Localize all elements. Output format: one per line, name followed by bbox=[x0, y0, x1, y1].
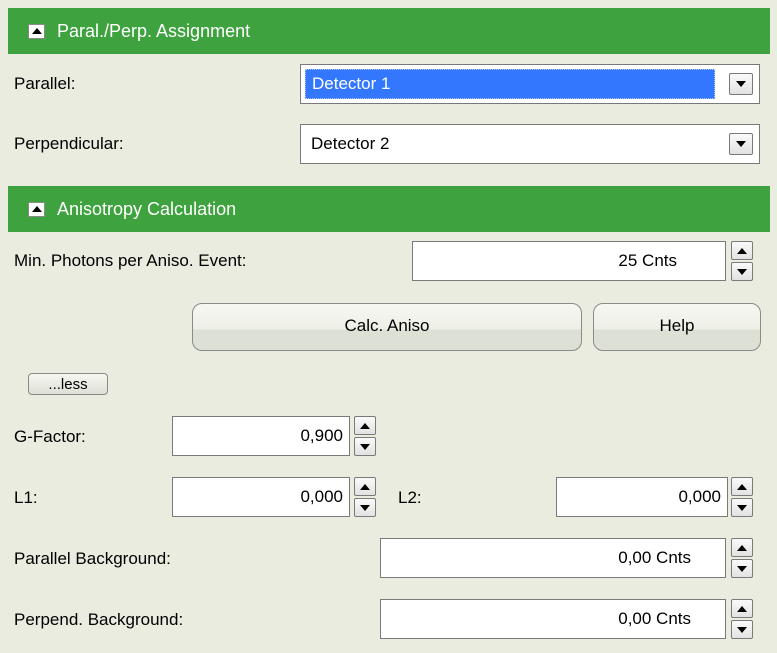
spin-up-icon[interactable] bbox=[354, 477, 376, 496]
perpendicular-detector-value: Detector 2 bbox=[311, 134, 390, 153]
perpend-background-label: Perpend. Background: bbox=[14, 610, 184, 629]
calc-aniso-button[interactable]: Calc. Aniso bbox=[192, 303, 582, 351]
parallel-background-spinner[interactable] bbox=[731, 538, 753, 578]
parallel-background-input[interactable]: 0,00 Cnts bbox=[380, 538, 726, 578]
parallel-detector-value: Detector 1 bbox=[305, 69, 715, 99]
min-photons-input[interactable]: 25 Cnts bbox=[412, 241, 726, 281]
collapse-triangle-icon[interactable] bbox=[28, 23, 45, 39]
spin-up-icon[interactable] bbox=[731, 241, 753, 260]
assignment-section-title: Paral./Perp. Assignment bbox=[57, 20, 251, 41]
g-factor-label: G-Factor: bbox=[14, 427, 86, 446]
spin-down-icon[interactable] bbox=[354, 437, 376, 456]
l1-spinner[interactable] bbox=[354, 477, 376, 517]
collapse-triangle-icon[interactable] bbox=[28, 201, 45, 217]
l1-label: L1: bbox=[14, 488, 38, 507]
g-factor-input[interactable]: 0,900 bbox=[172, 416, 350, 456]
spin-up-icon[interactable] bbox=[731, 599, 753, 618]
l2-spinner[interactable] bbox=[731, 477, 753, 517]
l2-input[interactable]: 0,000 bbox=[556, 477, 728, 517]
parallel-background-label: Parallel Background: bbox=[14, 549, 171, 568]
assignment-section-header[interactable]: Paral./Perp. Assignment bbox=[8, 8, 770, 54]
perpendicular-detector-select[interactable]: Detector 2 bbox=[300, 124, 760, 164]
spin-down-icon[interactable] bbox=[731, 559, 753, 578]
help-button[interactable]: Help bbox=[593, 303, 761, 351]
spin-down-icon[interactable] bbox=[354, 498, 376, 517]
l1-input[interactable]: 0,000 bbox=[172, 477, 350, 517]
perpend-background-input[interactable]: 0,00 Cnts bbox=[380, 599, 726, 639]
g-factor-spinner[interactable] bbox=[354, 416, 376, 456]
less-button[interactable]: ...less bbox=[28, 373, 108, 395]
spin-up-icon[interactable] bbox=[731, 477, 753, 496]
spin-up-icon[interactable] bbox=[354, 416, 376, 435]
min-photons-label: Min. Photons per Aniso. Event: bbox=[14, 251, 247, 270]
min-photons-spinner[interactable] bbox=[731, 241, 753, 281]
spin-down-icon[interactable] bbox=[731, 498, 753, 517]
chevron-down-icon[interactable] bbox=[729, 133, 753, 155]
spin-down-icon[interactable] bbox=[731, 262, 753, 281]
chevron-down-icon[interactable] bbox=[729, 73, 753, 95]
parallel-label: Parallel: bbox=[14, 74, 76, 93]
parallel-detector-select[interactable]: Detector 1 bbox=[300, 64, 760, 104]
spin-up-icon[interactable] bbox=[731, 538, 753, 557]
anisotropy-section-header[interactable]: Anisotropy Calculation bbox=[8, 186, 770, 232]
perpendicular-label: Perpendicular: bbox=[14, 134, 124, 153]
l2-label: L2: bbox=[398, 488, 422, 507]
spin-down-icon[interactable] bbox=[731, 620, 753, 639]
perpend-background-spinner[interactable] bbox=[731, 599, 753, 639]
anisotropy-section-title: Anisotropy Calculation bbox=[57, 198, 237, 219]
